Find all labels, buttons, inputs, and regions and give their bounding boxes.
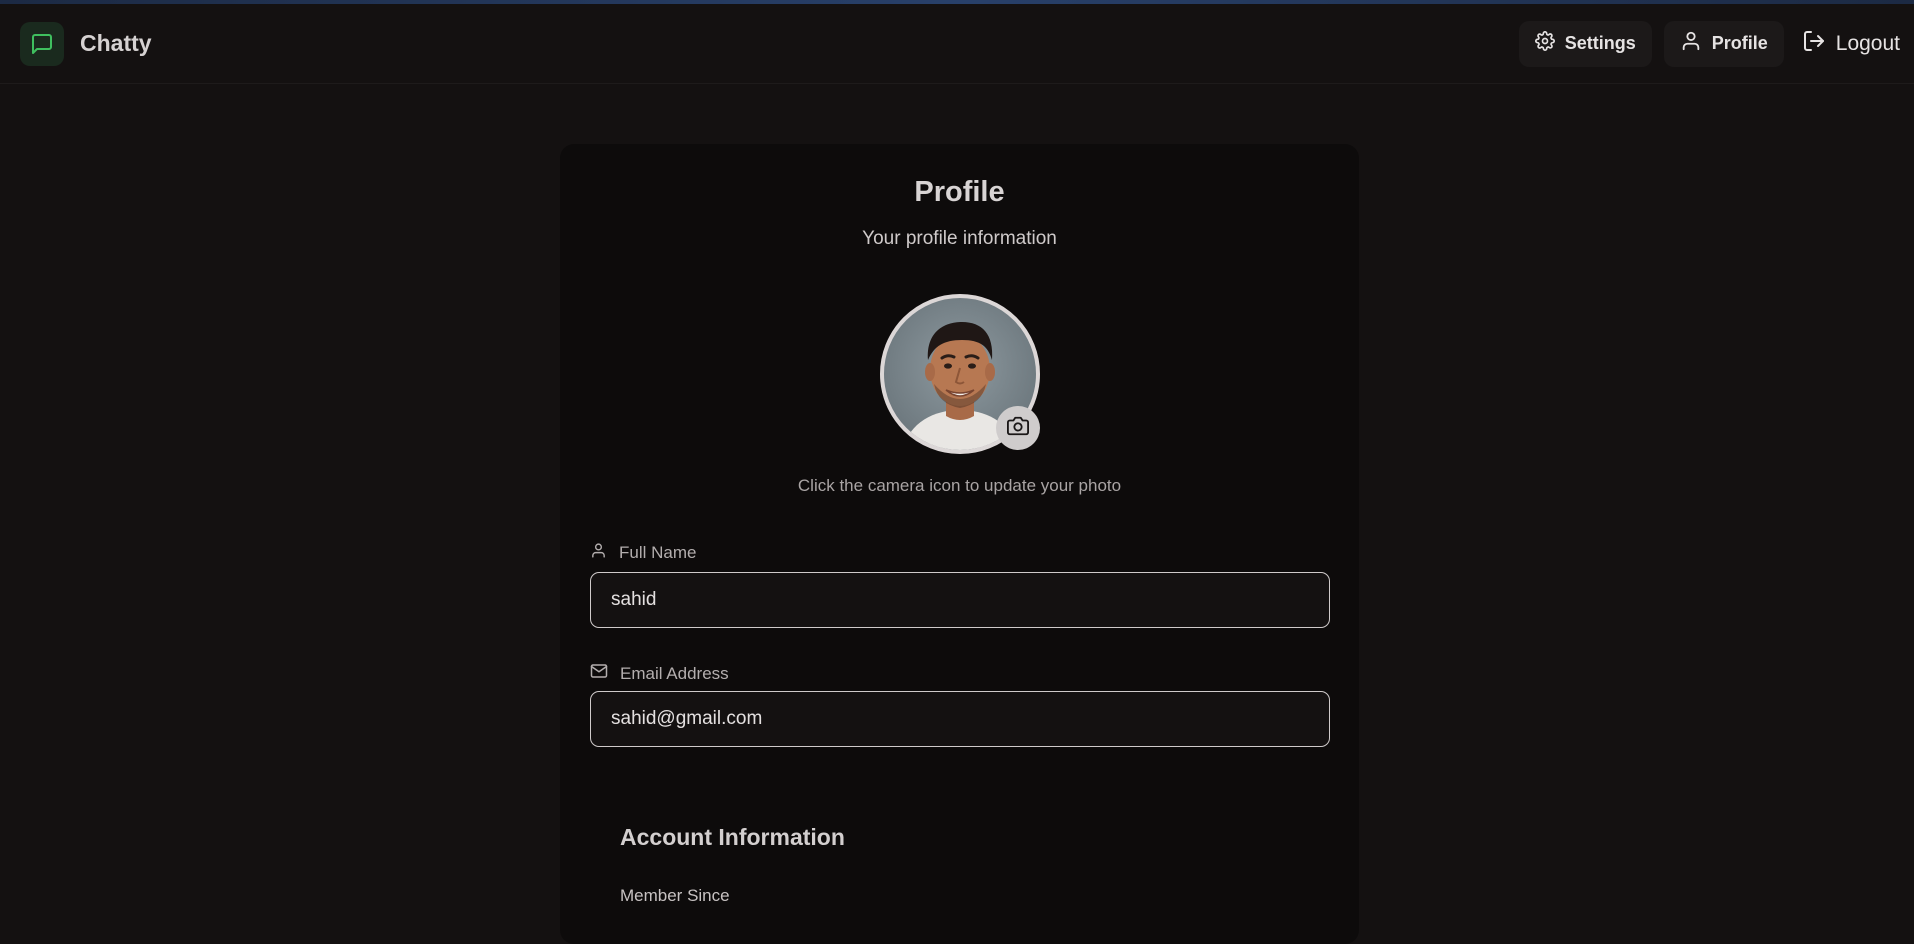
page-subtitle: Your profile information (862, 228, 1057, 249)
full-name-label-text: Full Name (619, 543, 697, 562)
email-label-text: Email Address (620, 663, 729, 683)
settings-label: Settings (1564, 33, 1636, 53)
email-field[interactable] (590, 691, 1330, 747)
top-navbar: Chatty Settings Profile Logout (0, 4, 1914, 84)
account-info-title: Account Information (620, 824, 845, 850)
avatar-container (880, 294, 1040, 454)
full-name-label: Full Name (590, 542, 696, 564)
brand-home-link[interactable]: Chatty (20, 21, 152, 66)
user-icon (590, 542, 607, 564)
settings-button[interactable]: Settings (1518, 20, 1652, 67)
page-title: Profile (914, 176, 1005, 208)
profile-button[interactable]: Profile (1663, 20, 1784, 67)
photo-hint: Click the camera icon to update your pho… (797, 476, 1122, 495)
logout-label: Logout (1835, 31, 1900, 55)
app-name: Chatty (80, 30, 152, 56)
logout-button[interactable]: Logout (1796, 21, 1902, 67)
camera-icon (1007, 415, 1029, 442)
nav-actions: Settings Profile Logout (1518, 20, 1902, 67)
logout-icon (1802, 29, 1826, 59)
full-name-field[interactable] (590, 572, 1330, 628)
member-since-label: Member Since (620, 886, 730, 905)
user-icon (1680, 30, 1702, 57)
profile-card: Profile Your profile information Click t… (560, 144, 1359, 944)
gear-icon (1534, 31, 1555, 56)
camera-upload-button[interactable] (996, 406, 1040, 450)
mail-icon (590, 662, 608, 685)
message-square-icon (20, 21, 64, 66)
profile-label: Profile (1711, 33, 1768, 53)
email-label: Email Address (590, 662, 729, 685)
